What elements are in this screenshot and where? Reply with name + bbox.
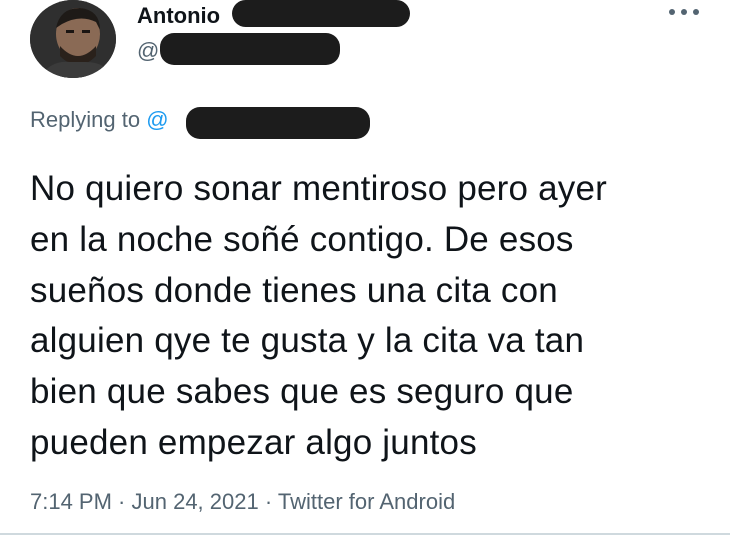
redacted-mention-block xyxy=(186,107,370,139)
replying-to-line: Replying to @ xyxy=(30,106,169,134)
tweet-date[interactable]: Jun 24, 2021 xyxy=(132,489,259,514)
tweet-metadata: 7:14 PM · Jun 24, 2021 · Twitter for And… xyxy=(30,488,455,516)
replying-to-label: Replying to xyxy=(30,107,147,132)
tweet-time[interactable]: 7:14 PM xyxy=(30,489,112,514)
author-handle[interactable]: @ xyxy=(137,38,159,64)
author-display-name[interactable]: Antonio xyxy=(137,3,220,29)
avatar[interactable] xyxy=(30,0,116,78)
avatar-photo xyxy=(30,0,116,78)
tweet-text: No quiero sonar mentiroso pero ayer en l… xyxy=(30,169,608,462)
redacted-name-block xyxy=(232,0,410,27)
dot-icon xyxy=(669,9,675,15)
dot-icon xyxy=(693,9,699,15)
reply-mention-link[interactable]: @ xyxy=(146,107,168,132)
redacted-handle-block xyxy=(160,33,340,65)
meta-separator: · xyxy=(258,489,278,514)
meta-separator: · xyxy=(111,489,132,514)
tweet-source[interactable]: Twitter for Android xyxy=(278,489,455,514)
dot-icon xyxy=(681,9,687,15)
more-options-icon[interactable] xyxy=(669,2,699,22)
